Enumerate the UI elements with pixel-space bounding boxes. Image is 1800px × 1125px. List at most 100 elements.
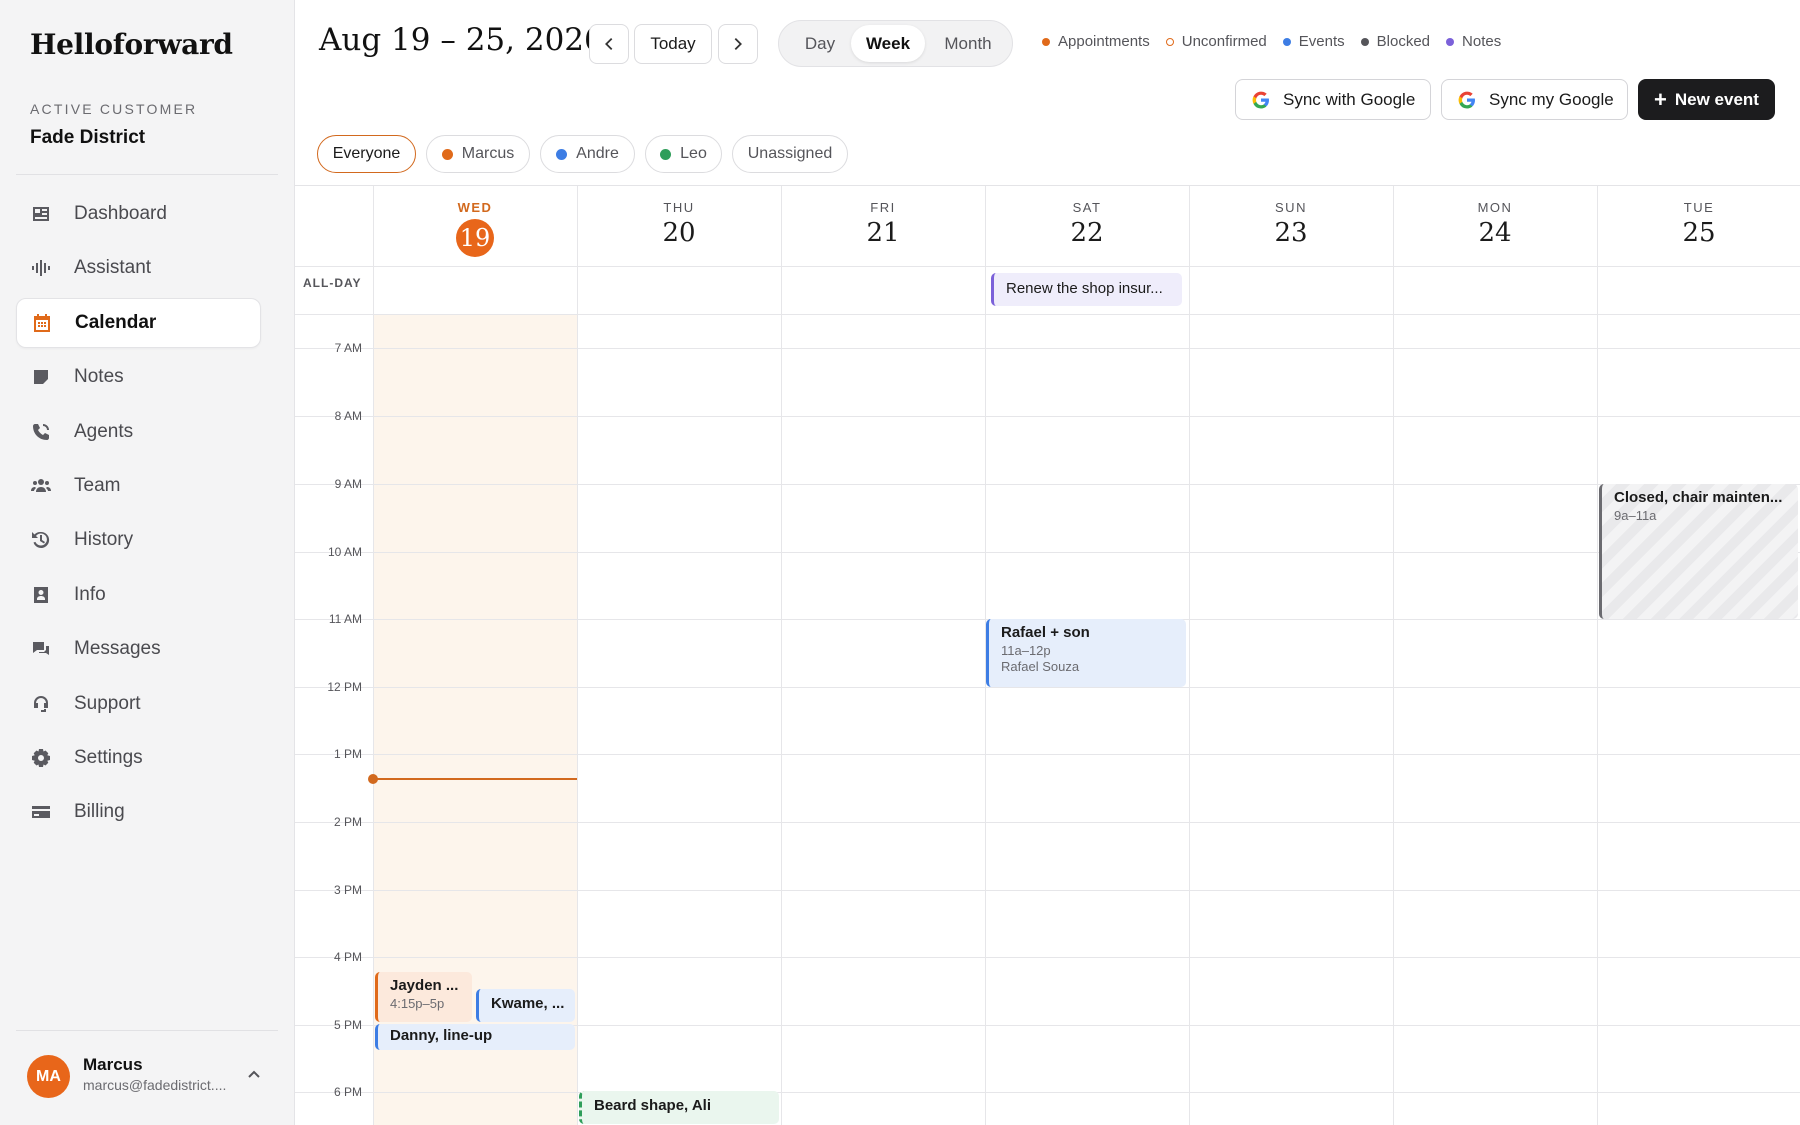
calendar-icon [31, 312, 53, 334]
hour-line [295, 822, 1800, 823]
dashboard-icon [30, 203, 52, 225]
sidebar-divider [16, 174, 278, 175]
legend-label: Appointments [1058, 33, 1150, 50]
sidebar-item-support[interactable]: Support [16, 679, 261, 729]
sidebar-item-dashboard[interactable]: Dashboard [16, 189, 261, 239]
sidebar-item-history[interactable]: History [16, 515, 261, 565]
contact-card-icon [30, 584, 52, 606]
view-week-tab[interactable]: Week [851, 25, 925, 62]
day-header-tue[interactable]: TUE 25 [1597, 186, 1800, 266]
appointment-event[interactable]: Jayden ... 4:15p–5p [375, 972, 472, 1022]
time-label: 10 AM [327, 545, 362, 559]
time-label: 2 PM [333, 815, 362, 829]
column-divider [577, 186, 578, 1125]
legend-dot [1042, 37, 1050, 46]
day-header-fri[interactable]: FRI 21 [781, 186, 985, 266]
appointment-event[interactable]: Beard shape, Ali [579, 1091, 779, 1124]
previous-week-button[interactable] [589, 24, 629, 64]
view-day-tab[interactable]: Day [787, 25, 853, 62]
blocked-event[interactable]: Closed, chair mainten... 9a–11a [1599, 484, 1798, 619]
hour-line [295, 348, 1800, 349]
sidebar-item-label: Agents [74, 420, 134, 442]
allday-divider [295, 314, 1800, 315]
column-divider [1597, 186, 1598, 1125]
filter-andre[interactable]: Andre [540, 135, 635, 173]
google-icon [1252, 91, 1269, 108]
next-week-button[interactable] [718, 24, 758, 64]
sidebar-item-settings[interactable]: Settings [16, 733, 261, 783]
header-divider [295, 266, 1800, 267]
waveform-icon [30, 257, 52, 279]
day-header-mon[interactable]: MON 24 [1393, 186, 1597, 266]
day-of-week: THU [663, 200, 695, 215]
staff-color-dot [441, 148, 453, 160]
sidebar-item-messages[interactable]: Messages [16, 624, 261, 674]
column-divider [1189, 186, 1190, 1125]
filter-leo[interactable]: Leo [645, 135, 722, 173]
day-header-wed[interactable]: WED 19 [373, 186, 577, 266]
sidebar-item-calendar[interactable]: Calendar [16, 297, 261, 348]
legend-item-notes: Notes [1446, 33, 1501, 50]
event-time: 9a–11a [1614, 508, 1657, 523]
event-title: Renew the shop insur... [1006, 280, 1163, 297]
filter-label: Unassigned [747, 145, 833, 162]
sidebar-item-notes[interactable]: Notes [16, 352, 261, 402]
filter-label: Marcus [461, 145, 515, 162]
sidebar-nav: Dashboard Assistant Calendar Notes Agent… [16, 189, 261, 842]
event-title: Beard shape, Ali [594, 1097, 711, 1114]
legend-item-blocked: Blocked [1360, 33, 1431, 50]
phone-icon [30, 421, 52, 443]
hour-line [295, 957, 1800, 958]
date-range-title: Aug 19 – 25, 2026 [319, 22, 604, 58]
sidebar-item-info[interactable]: Info [16, 570, 261, 620]
today-button[interactable]: Today [634, 24, 712, 64]
day-header-sat[interactable]: SAT 22 [985, 186, 1189, 266]
sidebar-item-assistant[interactable]: Assistant [16, 243, 261, 293]
legend-dot [1165, 37, 1174, 46]
filter-unassigned[interactable]: Unassigned [732, 135, 848, 173]
sidebar-item-team[interactable]: Team [16, 461, 261, 511]
day-of-week: SAT [1072, 200, 1102, 215]
active-customer-name[interactable]: Fade District [30, 127, 145, 149]
appointment-event[interactable]: Rafael + son 11a–12p Rafael Souza [986, 619, 1186, 687]
time-label: 12 PM [327, 680, 362, 694]
day-header-sun[interactable]: SUN 23 [1189, 186, 1393, 266]
event-title: Jayden ... [390, 977, 459, 994]
event-client: Rafael Souza [1001, 659, 1080, 674]
sync-my-google-button[interactable]: Sync my Google [1441, 79, 1628, 120]
hour-line [295, 416, 1800, 417]
allday-note-event[interactable]: Renew the shop insur... [991, 273, 1182, 306]
sidebar-item-agents[interactable]: Agents [16, 407, 261, 457]
day-number: 25 [1682, 218, 1716, 248]
staff-color-dot [556, 148, 568, 160]
sidebar-item-label: Calendar [75, 311, 157, 333]
active-customer-label: ACTIVE CUSTOMER [30, 101, 198, 117]
legend-label: Blocked [1376, 33, 1431, 50]
chevron-right-icon [734, 37, 742, 51]
sidebar-item-billing[interactable]: Billing [16, 787, 261, 837]
legend-dot [1282, 37, 1291, 46]
day-number: 22 [1070, 218, 1104, 248]
time-label: 9 AM [334, 477, 362, 491]
current-time-line [373, 778, 577, 780]
day-of-week: SUN [1275, 200, 1307, 215]
event-time: 4:15p–5p [390, 996, 445, 1011]
filter-label: Andre [576, 145, 619, 162]
day-of-week: FRI [870, 200, 896, 215]
user-menu[interactable]: MA Marcus marcus@fadedistrict.... [27, 1053, 272, 1099]
view-month-tab[interactable]: Month [929, 25, 1007, 62]
sync-with-google-button[interactable]: Sync with Google [1235, 79, 1431, 120]
chevron-up-icon[interactable] [244, 1065, 264, 1085]
day-header-thu[interactable]: THU 20 [577, 186, 781, 266]
new-event-button[interactable]: + New event [1638, 79, 1775, 120]
appointment-event[interactable]: Kwame, ... [476, 989, 575, 1022]
time-label: 4 PM [333, 950, 362, 964]
day-number: 24 [1478, 218, 1512, 248]
credit-card-icon [30, 801, 52, 823]
appointment-event[interactable]: Danny, line-up [375, 1024, 575, 1050]
filter-everyone[interactable]: Everyone [317, 135, 416, 173]
sidebar-item-label: Team [74, 474, 121, 496]
sidebar-item-label: Dashboard [74, 203, 167, 224]
filter-marcus[interactable]: Marcus [426, 135, 530, 173]
sidebar-item-label: Settings [74, 746, 143, 768]
